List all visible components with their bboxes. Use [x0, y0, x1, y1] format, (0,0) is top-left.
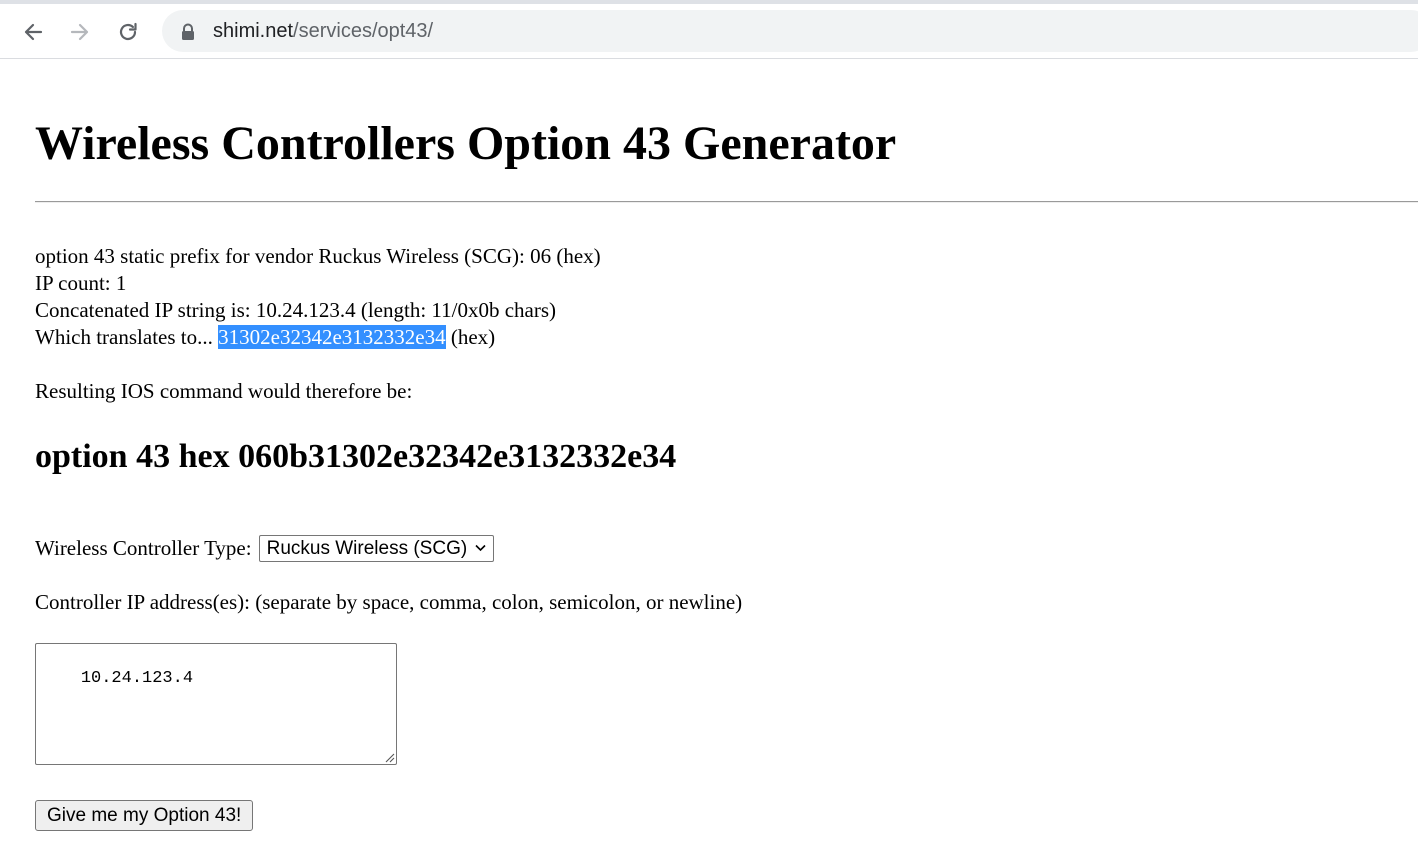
reload-button[interactable]	[112, 16, 144, 48]
chevron-down-icon	[475, 544, 486, 552]
prefix-line: option 43 static prefix for vendor Rucku…	[35, 244, 601, 268]
arrow-left-icon	[24, 23, 43, 41]
ip-address-value: 10.24.123.4	[80, 669, 194, 688]
url-host: shimi.net	[213, 20, 294, 42]
translates-suffix: (hex)	[445, 325, 496, 349]
controller-type-row: Wireless Controller Type: Ruckus Wireles…	[35, 535, 495, 562]
resulting-text: Resulting IOS command would therefore be…	[35, 379, 413, 403]
url-path: /services/opt43/	[293, 20, 434, 42]
controller-type-label: Wireless Controller Type:	[35, 536, 252, 560]
address-bar[interactable]: shimi.net/services/opt43/	[162, 10, 1418, 52]
forward-button[interactable]	[64, 16, 96, 48]
info-block: option 43 static prefix for vendor Rucku…	[35, 243, 601, 351]
submit-button[interactable]: Give me my Option 43!	[35, 800, 254, 831]
controller-type-select[interactable]: Ruckus Wireless (SCG)	[258, 535, 495, 562]
concat-line: Concatenated IP string is: 10.24.123.4 (…	[35, 298, 557, 322]
ip-address-textarea[interactable]: 10.24.123.4	[35, 643, 397, 765]
arrow-right-icon	[70, 23, 89, 41]
ip-count-line: IP count: 1	[35, 271, 127, 295]
ios-command: option 43 hex 060b31302e32342e3132332e34	[35, 438, 677, 475]
back-button[interactable]	[17, 16, 49, 48]
translated-hex-selected: 31302e32342e3132332e34	[218, 325, 446, 349]
lock-icon[interactable]	[180, 23, 196, 41]
translates-line: Which translates to... 31302e32342e31323…	[35, 324, 601, 351]
page-title: Wireless Controllers Option 43 Generator	[35, 117, 897, 170]
browser-toolbar: shimi.net/services/opt43/	[0, 4, 1418, 59]
url-text[interactable]: shimi.net/services/opt43/	[213, 10, 433, 52]
translates-prefix: Which translates to...	[35, 325, 219, 349]
reload-icon	[119, 22, 137, 41]
ip-address-label: Controller IP address(es): (separate by …	[35, 590, 743, 614]
controller-type-value: Ruckus Wireless (SCG)	[266, 538, 468, 559]
divider	[35, 201, 1418, 203]
resize-grip-icon[interactable]	[383, 751, 395, 763]
